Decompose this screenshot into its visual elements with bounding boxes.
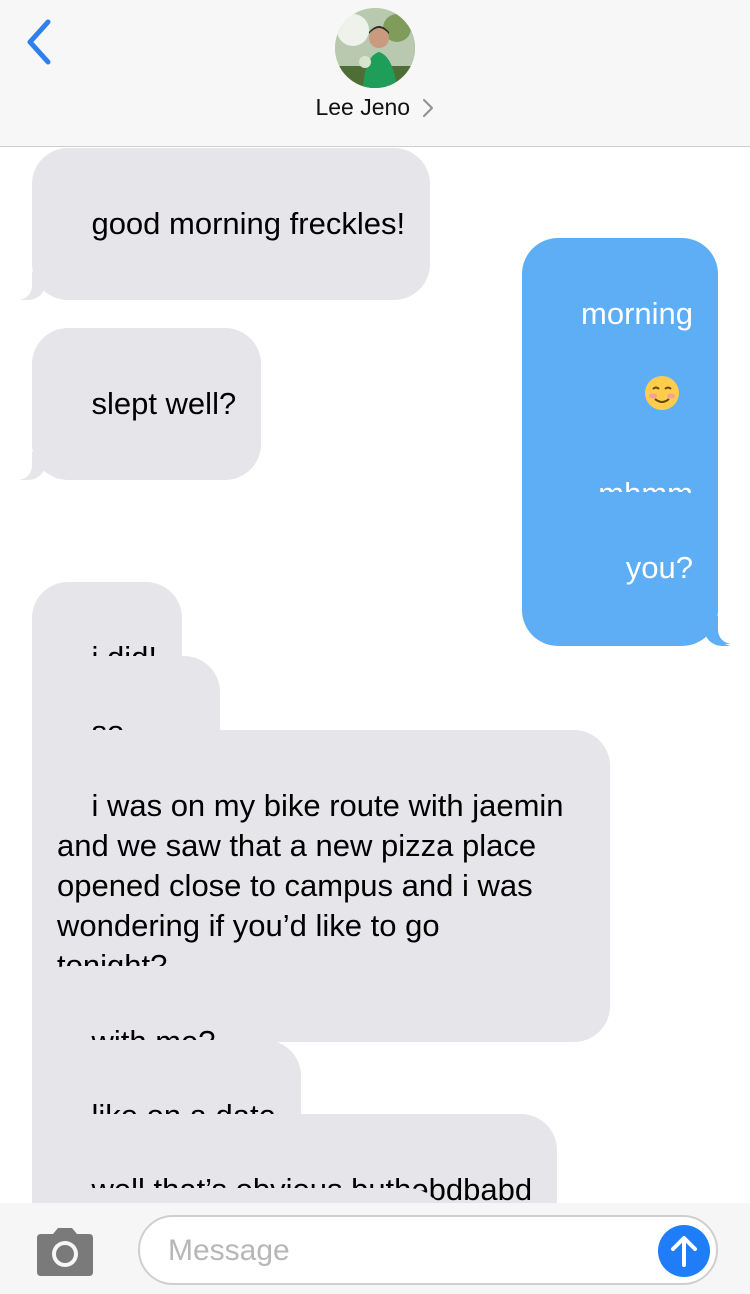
message-text: morning bbox=[581, 296, 693, 331]
chevron-right-icon bbox=[422, 98, 433, 117]
camera-button[interactable] bbox=[33, 1226, 97, 1278]
message-text: you? bbox=[625, 550, 693, 585]
message-text: good morning freckles! bbox=[91, 206, 406, 241]
message-bubble-incoming[interactable]: slept well? bbox=[5, 328, 262, 480]
message-bubble-outgoing[interactable]: you? bbox=[566, 492, 744, 644]
message-bubble-incoming[interactable]: good morning freckles! bbox=[5, 148, 431, 300]
conversation-header: Lee Jeno bbox=[0, 0, 750, 147]
arrow-up-icon bbox=[671, 1236, 697, 1267]
contact-name: Lee Jeno bbox=[315, 94, 411, 120]
message-text: slept well? bbox=[91, 386, 237, 421]
message-thread[interactable]: good morning freckles! morning slept wel… bbox=[0, 147, 750, 1203]
message-bubble-incoming-partial[interactable] bbox=[32, 1188, 444, 1203]
message-input[interactable]: Message bbox=[138, 1215, 718, 1285]
send-button[interactable] bbox=[658, 1225, 710, 1277]
chevron-left-icon bbox=[27, 19, 51, 65]
avatar-photo bbox=[335, 8, 415, 88]
back-button[interactable] bbox=[18, 14, 62, 70]
avatar[interactable] bbox=[335, 8, 415, 88]
message-composer: Message bbox=[0, 1203, 750, 1294]
message-input-placeholder: Message bbox=[168, 1234, 290, 1267]
camera-icon bbox=[37, 1228, 93, 1276]
contact-name-button[interactable]: Lee Jeno bbox=[0, 94, 750, 121]
message-text: i was on my bike route with jaemin and w… bbox=[57, 788, 564, 983]
